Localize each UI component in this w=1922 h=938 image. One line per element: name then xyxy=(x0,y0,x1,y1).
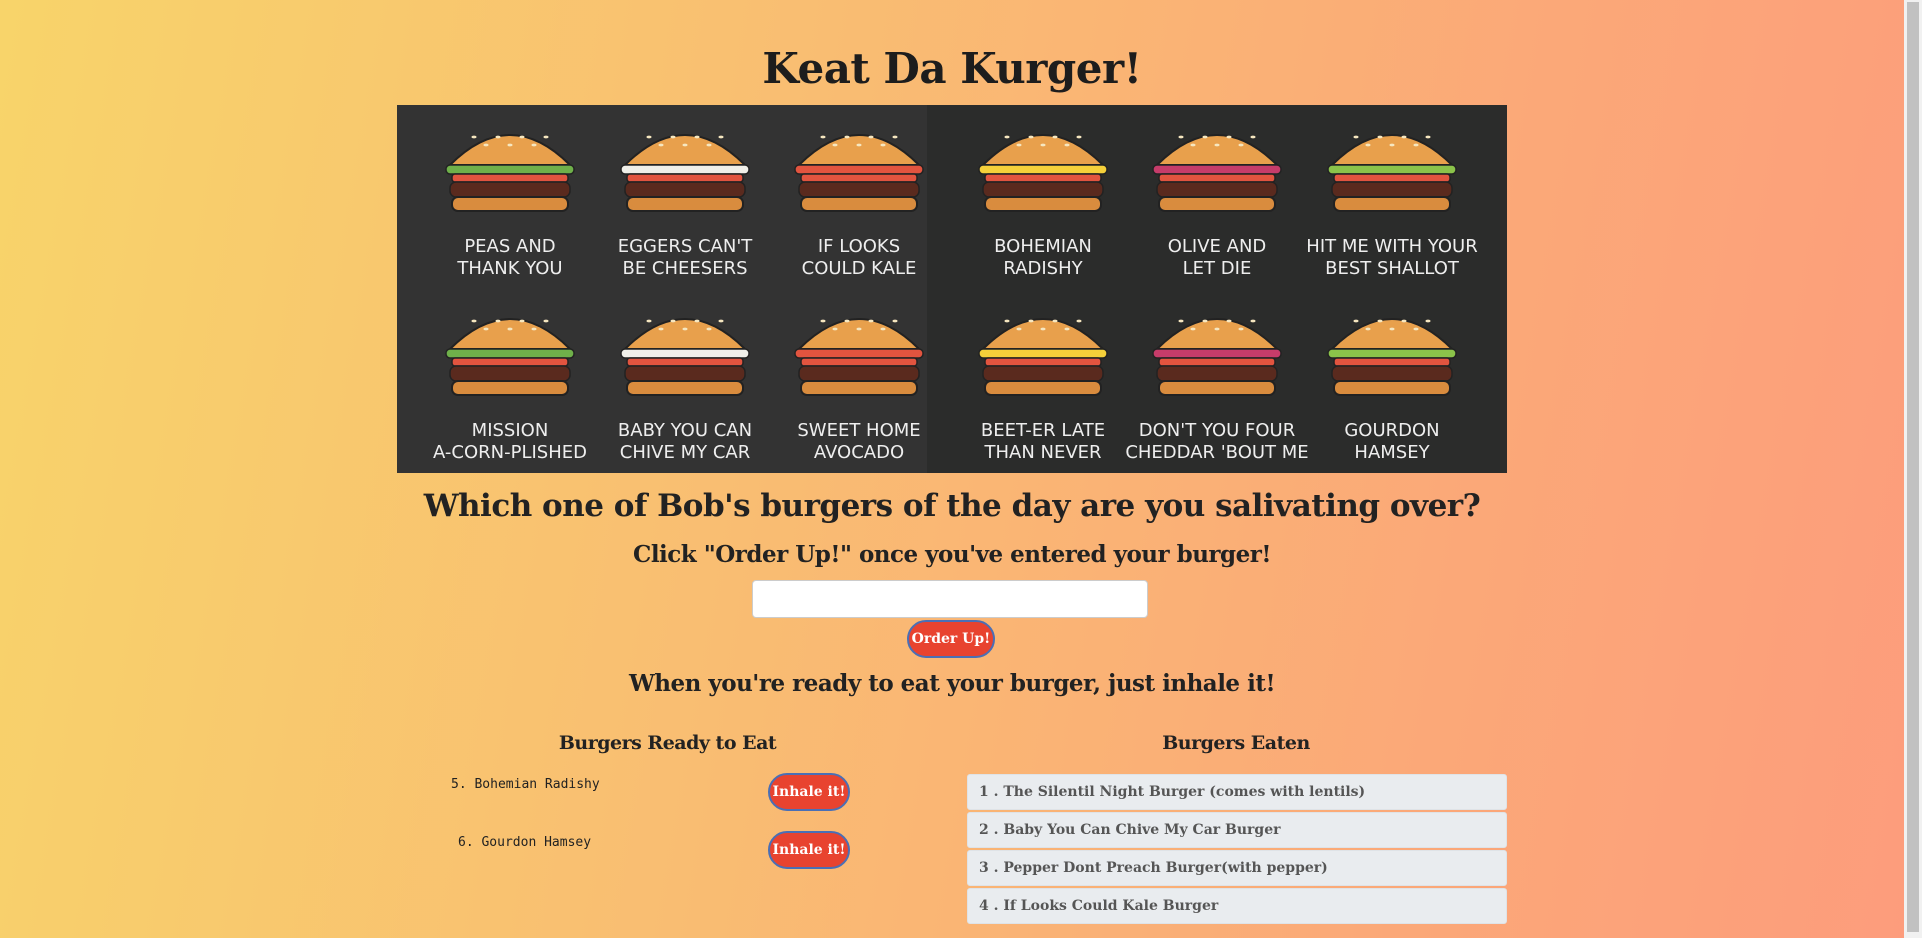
question-heading: Which one of Bob's burgers of the day ar… xyxy=(423,488,1481,524)
burger-caption: THANK YOU xyxy=(456,258,562,279)
burger-caption: LET DIE xyxy=(1183,258,1252,279)
page-title: Keat Da Kurger! xyxy=(762,44,1142,93)
burger-caption: MISSION xyxy=(472,420,549,441)
burger-caption: COULD KALE xyxy=(802,258,917,279)
burger-caption: CHEDDAR 'BOUT ME xyxy=(1125,442,1308,463)
inhale-button[interactable]: Inhale it! xyxy=(768,831,850,869)
burger-caption: THAN NEVER xyxy=(983,442,1101,463)
ready-message: When you're ready to eat your burger, ju… xyxy=(628,670,1276,697)
order-up-button[interactable]: Order Up! xyxy=(907,620,995,658)
burger-caption: OLIVE AND xyxy=(1168,236,1267,257)
burger-caption: CHIVE MY CAR xyxy=(620,442,750,463)
inhale-button[interactable]: Inhale it! xyxy=(768,773,850,811)
eaten-list-item: 3 . Pepper Dont Preach Burger(with peppe… xyxy=(967,850,1507,886)
ready-item-label: 6. Gourdon Hamsey xyxy=(458,835,592,850)
burger-caption: HIT ME WITH YOUR xyxy=(1306,236,1477,257)
burger-name-input[interactable] xyxy=(752,580,1148,618)
burger-caption: AVOCADO xyxy=(814,442,904,463)
burger-caption: GOURDON xyxy=(1344,420,1439,441)
burger-banner-image: PEAS AND THANK YOU EGGERS CAN'T BE CHEESERS… xyxy=(397,105,1507,473)
eaten-list-item: 1 . The Silentil Night Burger (comes wit… xyxy=(967,774,1507,810)
burger-caption: A-CORN-PLISHED xyxy=(433,442,587,463)
scrollbar-thumb[interactable] xyxy=(1907,2,1919,932)
eaten-heading: Burgers Eaten xyxy=(1162,732,1310,754)
instructions-heading: Click "Order Up!" once you've entered yo… xyxy=(633,541,1271,568)
burger-caption: IF LOOKS xyxy=(818,236,900,257)
burger-caption: SWEET HOME xyxy=(797,420,920,441)
eaten-list-item: 2 . Baby You Can Chive My Car Burger xyxy=(967,812,1507,848)
burger-caption: BEET-ER LATE xyxy=(981,420,1105,441)
burger-caption: DON'T YOU FOUR xyxy=(1139,420,1295,441)
ready-heading: Burgers Ready to Eat xyxy=(558,732,777,754)
burger-caption: HAMSEY xyxy=(1354,442,1430,463)
vertical-scrollbar[interactable] xyxy=(1904,0,1922,938)
burger-caption: RADISHY xyxy=(1003,258,1083,279)
burger-caption: BABY YOU CAN xyxy=(618,420,752,441)
ready-item-label: 5. Bohemian Radishy xyxy=(451,777,600,792)
burger-caption: BE CHEESERS xyxy=(622,258,747,279)
burger-caption: BOHEMIAN xyxy=(994,236,1092,257)
burger-caption: PEAS AND xyxy=(464,236,555,257)
burger-caption: EGGERS CAN'T xyxy=(618,236,754,257)
burger-caption: BEST SHALLOT xyxy=(1325,258,1460,279)
eaten-list-item: 4 . If Looks Could Kale Burger xyxy=(967,888,1507,924)
